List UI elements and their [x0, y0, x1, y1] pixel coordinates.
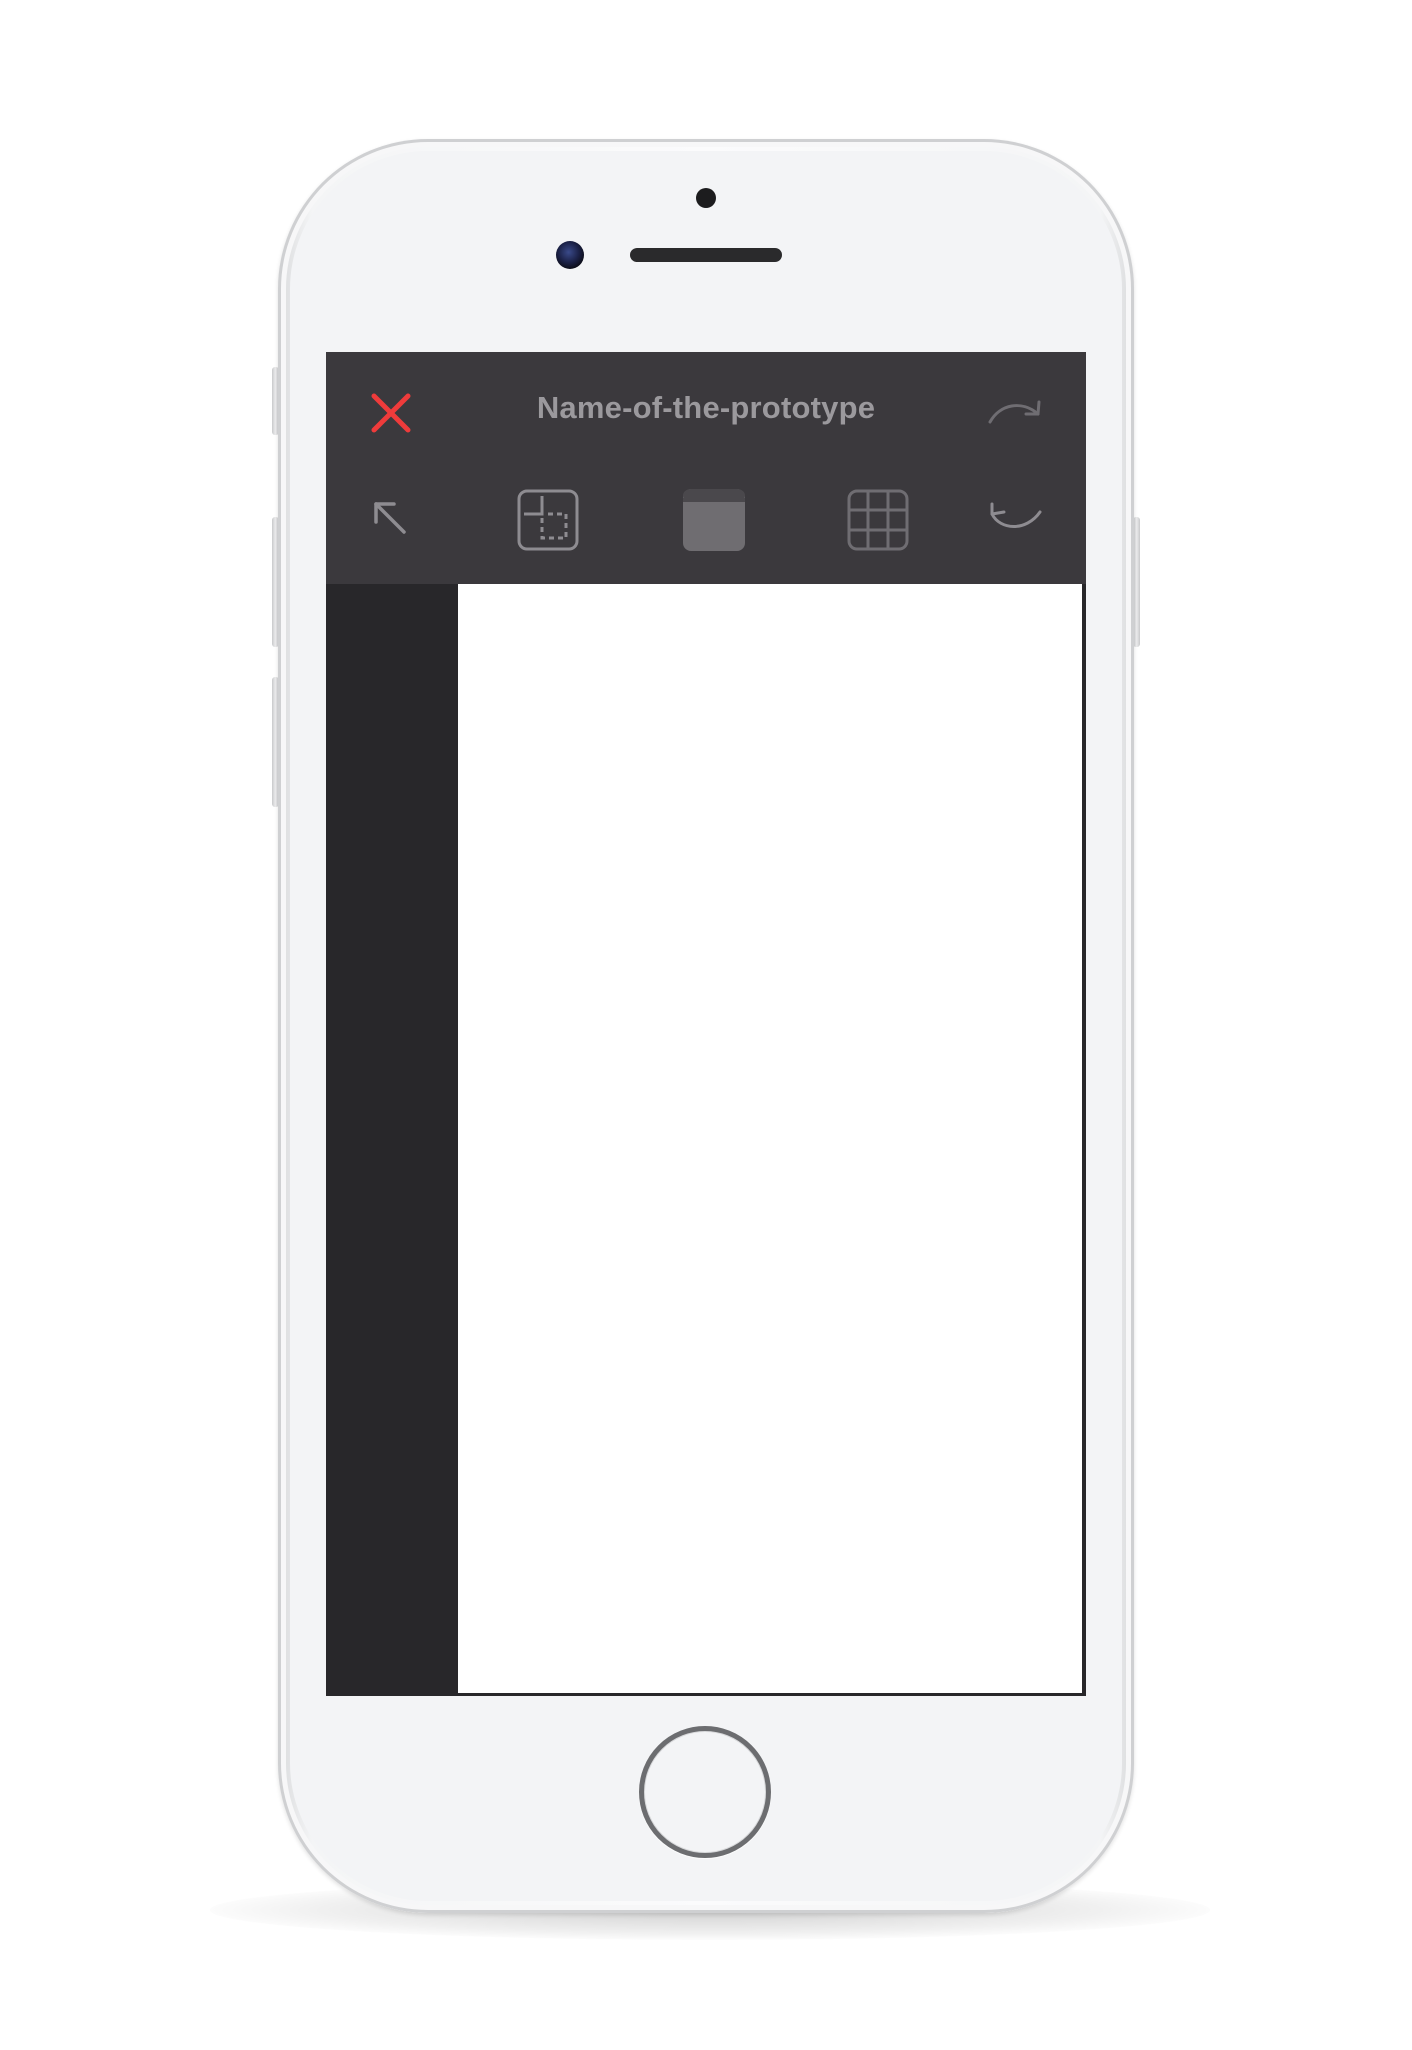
prototype-title: Name-of-the-prototype: [536, 390, 876, 425]
undo-icon[interactable]: [986, 500, 1044, 536]
proximity-sensor: [696, 188, 716, 208]
earpiece-speaker: [630, 248, 782, 262]
power-button: [1133, 517, 1140, 647]
toolbar: Name-of-the-prototype: [326, 352, 1086, 584]
sidebar: [326, 584, 456, 1696]
header-layout-icon[interactable]: [682, 488, 746, 552]
close-icon[interactable]: [368, 390, 414, 436]
redo-icon[interactable]: [986, 394, 1044, 430]
stage: Name-of-the-prototype: [0, 0, 1412, 2050]
grid-icon[interactable]: [846, 488, 910, 552]
screen: Name-of-the-prototype: [326, 352, 1086, 1696]
home-button[interactable]: [639, 1726, 771, 1858]
prototype-canvas[interactable]: [458, 584, 1082, 1693]
crop-frame-icon[interactable]: [516, 488, 580, 552]
arrow-up-left-icon[interactable]: [370, 498, 410, 538]
front-camera: [556, 241, 584, 269]
